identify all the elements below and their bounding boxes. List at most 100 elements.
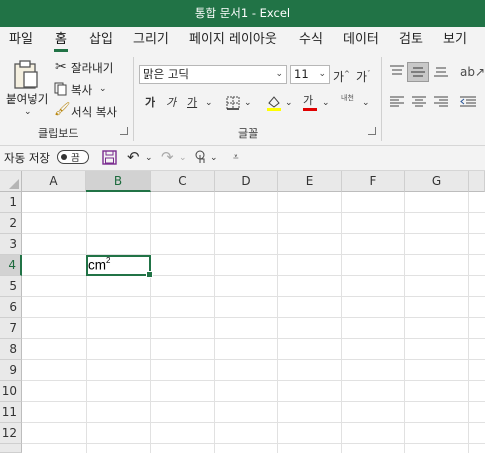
align-center-icon[interactable] xyxy=(412,96,426,108)
row-header-10[interactable]: 10 xyxy=(0,381,22,402)
chevron-down-icon[interactable]: ⌄ xyxy=(362,96,370,110)
chevron-down-icon[interactable]: ⌄ xyxy=(179,151,187,165)
chevron-down-icon[interactable]: ⌄ xyxy=(210,151,218,165)
paste-button[interactable]: 붙여넣기 ⌄ xyxy=(4,57,48,119)
undo-icon[interactable]: ↶ xyxy=(127,150,140,165)
align-left-icon[interactable] xyxy=(390,96,404,108)
decrease-font-size-icon[interactable]: 가ˇ xyxy=(356,67,371,84)
font-name-combo[interactable]: 맑은 고딕 ⌄ xyxy=(139,65,287,84)
chevron-down-icon[interactable]: ⌄ xyxy=(285,96,293,110)
gridline xyxy=(22,443,485,444)
align-top-icon[interactable] xyxy=(390,65,404,77)
row-header-6[interactable]: 6 xyxy=(0,297,22,318)
customize-toolbar-icon[interactable]: ⩡ xyxy=(233,151,239,165)
gridline xyxy=(22,233,485,234)
column-header-b[interactable]: B xyxy=(86,171,151,192)
fill-handle[interactable] xyxy=(146,271,153,278)
format-painter-button[interactable]: 서식 복사 xyxy=(71,104,117,120)
save-icon[interactable] xyxy=(102,150,117,165)
quick-access-toolbar: 자동 저장 끔 ↶ ⌄ ↷ ⌄ ⌄ ⩡ xyxy=(0,146,485,171)
scissors-icon: ✂ xyxy=(55,59,67,75)
gridline xyxy=(277,192,278,453)
tab-draw[interactable]: 그리기 xyxy=(133,27,169,53)
chevron-down-icon: ⌄ xyxy=(318,69,326,79)
title-bar: 통합 문서1 - Excel xyxy=(0,0,485,27)
cell-b4-text: cm xyxy=(88,257,106,273)
paste-icon xyxy=(14,60,38,89)
column-header-h[interactable] xyxy=(469,171,485,192)
gridline xyxy=(22,296,485,297)
chevron-down-icon[interactable]: ⌄ xyxy=(322,96,330,110)
gridline xyxy=(22,338,485,339)
row-header-3[interactable]: 3 xyxy=(0,234,22,255)
row-header-13[interactable] xyxy=(0,444,22,453)
tab-file[interactable]: 파일 xyxy=(9,27,33,53)
row-header-12[interactable]: 12 xyxy=(0,423,22,444)
orientation-icon[interactable]: ab↗ xyxy=(460,65,485,79)
chevron-down-icon[interactable]: ⌄ xyxy=(99,82,107,96)
align-bottom-icon[interactable] xyxy=(434,65,448,77)
gridline xyxy=(404,192,405,453)
tab-review[interactable]: 검토 xyxy=(399,27,423,53)
tab-page-layout[interactable]: 페이지 레이아웃 xyxy=(189,27,277,53)
row-header-9[interactable]: 9 xyxy=(0,360,22,381)
tab-formulas[interactable]: 수식 xyxy=(299,27,323,53)
gridline xyxy=(22,212,485,213)
gridline xyxy=(341,192,342,453)
chevron-down-icon[interactable]: ⌄ xyxy=(145,151,153,165)
chevron-down-icon: ⌄ xyxy=(24,107,32,117)
column-header-f[interactable]: F xyxy=(342,171,405,192)
tab-data[interactable]: 데이터 xyxy=(343,27,379,53)
font-dialog-launcher[interactable] xyxy=(368,127,376,135)
touch-mode-icon[interactable] xyxy=(194,150,208,165)
column-header-d[interactable]: D xyxy=(215,171,278,192)
row-header-2[interactable]: 2 xyxy=(0,213,22,234)
decrease-indent-icon[interactable] xyxy=(460,96,476,108)
row-header-5[interactable]: 5 xyxy=(0,276,22,297)
row-header-1[interactable]: 1 xyxy=(0,192,22,213)
fill-color-icon[interactable] xyxy=(266,94,282,111)
font-size-combo[interactable]: 11 ⌄ xyxy=(290,65,330,84)
copy-icon xyxy=(54,82,67,96)
clipboard-dialog-launcher[interactable] xyxy=(120,127,128,135)
gridline xyxy=(468,192,469,453)
toggle-knob xyxy=(61,154,67,160)
autosave-label: 자동 저장 xyxy=(4,151,50,165)
increase-font-size-icon[interactable]: 가^ xyxy=(333,67,350,84)
align-right-icon[interactable] xyxy=(434,96,448,108)
row-header-11[interactable]: 11 xyxy=(0,402,22,423)
column-header-c[interactable]: C xyxy=(151,171,215,192)
gridline xyxy=(86,192,87,453)
column-header-e[interactable]: E xyxy=(278,171,342,192)
row-header-4[interactable]: 4 xyxy=(0,255,22,276)
phonetic-guide-icon[interactable]: 내천 xyxy=(341,94,354,102)
redo-icon[interactable]: ↷ xyxy=(161,150,174,165)
bold-button[interactable]: 가 xyxy=(145,96,155,110)
window-title: 통합 문서1 - Excel xyxy=(194,6,291,20)
font-group-label: 글꼴 xyxy=(238,127,259,140)
column-header-g[interactable]: G xyxy=(405,171,469,192)
italic-button[interactable]: 가 xyxy=(166,96,176,110)
tab-home[interactable]: 홈 xyxy=(54,27,68,53)
select-all-button[interactable] xyxy=(0,171,22,192)
chevron-down-icon[interactable]: ⌄ xyxy=(244,96,252,110)
chevron-down-icon[interactable]: ⌄ xyxy=(205,96,213,110)
tab-insert[interactable]: 삽입 xyxy=(89,27,113,53)
gridline xyxy=(22,422,485,423)
column-header-a[interactable]: A xyxy=(22,171,86,192)
cut-button[interactable]: 잘라내기 xyxy=(71,60,113,76)
autosave-state: 끔 xyxy=(71,153,80,164)
font-color-icon: 가 xyxy=(303,94,314,107)
tab-view[interactable]: 보기 xyxy=(443,27,467,53)
font-color-button[interactable]: 가 xyxy=(303,93,317,111)
ribbon: 붙여넣기 ⌄ ✂ 잘라내기 복사 ⌄ 🖌 서식 복사 클립보드 맑은 고딕 ⌄ … xyxy=(0,53,485,146)
gridline xyxy=(214,192,215,453)
borders-icon[interactable] xyxy=(226,96,240,110)
copy-button[interactable]: 복사 xyxy=(71,82,92,98)
row-header-7[interactable]: 7 xyxy=(0,318,22,339)
autosave-toggle[interactable]: 끔 xyxy=(57,150,89,164)
underline-button[interactable]: 가 xyxy=(187,96,197,110)
gridline xyxy=(150,192,151,453)
align-middle-button[interactable] xyxy=(407,62,429,82)
row-header-8[interactable]: 8 xyxy=(0,339,22,360)
